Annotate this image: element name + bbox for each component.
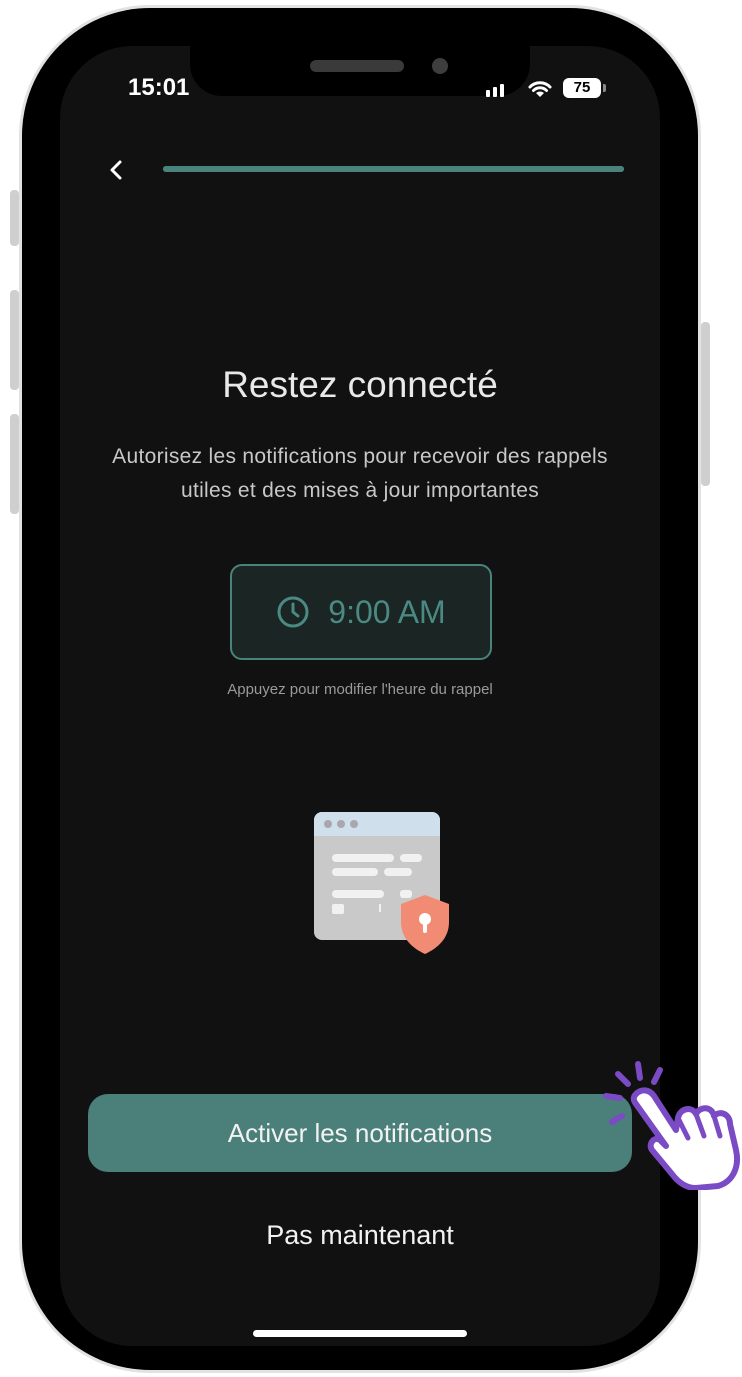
home-indicator (253, 1330, 467, 1337)
chevron-left-icon (110, 160, 122, 180)
status-indicators (486, 76, 556, 105)
notch-camera (432, 58, 448, 74)
browser-shield-lock-icon (314, 812, 449, 954)
page-subtitle: Autorisez les notifications pour recevoi… (112, 445, 608, 502)
phone-volume-down-button (10, 414, 19, 514)
page-title: Restez connecté (222, 364, 498, 405)
phone-volume-up-button (10, 290, 19, 390)
tap-hand-icon (603, 1061, 740, 1190)
reminder-time-value: 9:00 AM (328, 593, 446, 630)
reminder-time-hint: Appuyez pour modifier l'heure du rappel (227, 681, 493, 698)
wifi-icon (486, 81, 552, 97)
enable-notifications-button[interactable]: Activer les notifications (88, 1094, 632, 1172)
phone-silent-switch (10, 190, 19, 246)
page: 15:01 75 Restez connecté Autorisez les n… (0, 0, 742, 1377)
notch-speaker (310, 60, 404, 72)
not-now-button[interactable]: Pas maintenant (200, 1210, 520, 1260)
onboarding-progress-bar (163, 166, 624, 172)
phone-notch (190, 46, 530, 96)
phone-power-button (701, 322, 710, 486)
reminder-time-picker[interactable]: 9:00 AM (230, 564, 492, 660)
progress-fill (163, 166, 624, 172)
battery-indicator: 75 (563, 78, 601, 98)
battery-tip (603, 84, 606, 92)
back-button[interactable] (98, 150, 134, 190)
status-time: 15:01 (128, 74, 190, 101)
clock-icon (277, 596, 309, 628)
